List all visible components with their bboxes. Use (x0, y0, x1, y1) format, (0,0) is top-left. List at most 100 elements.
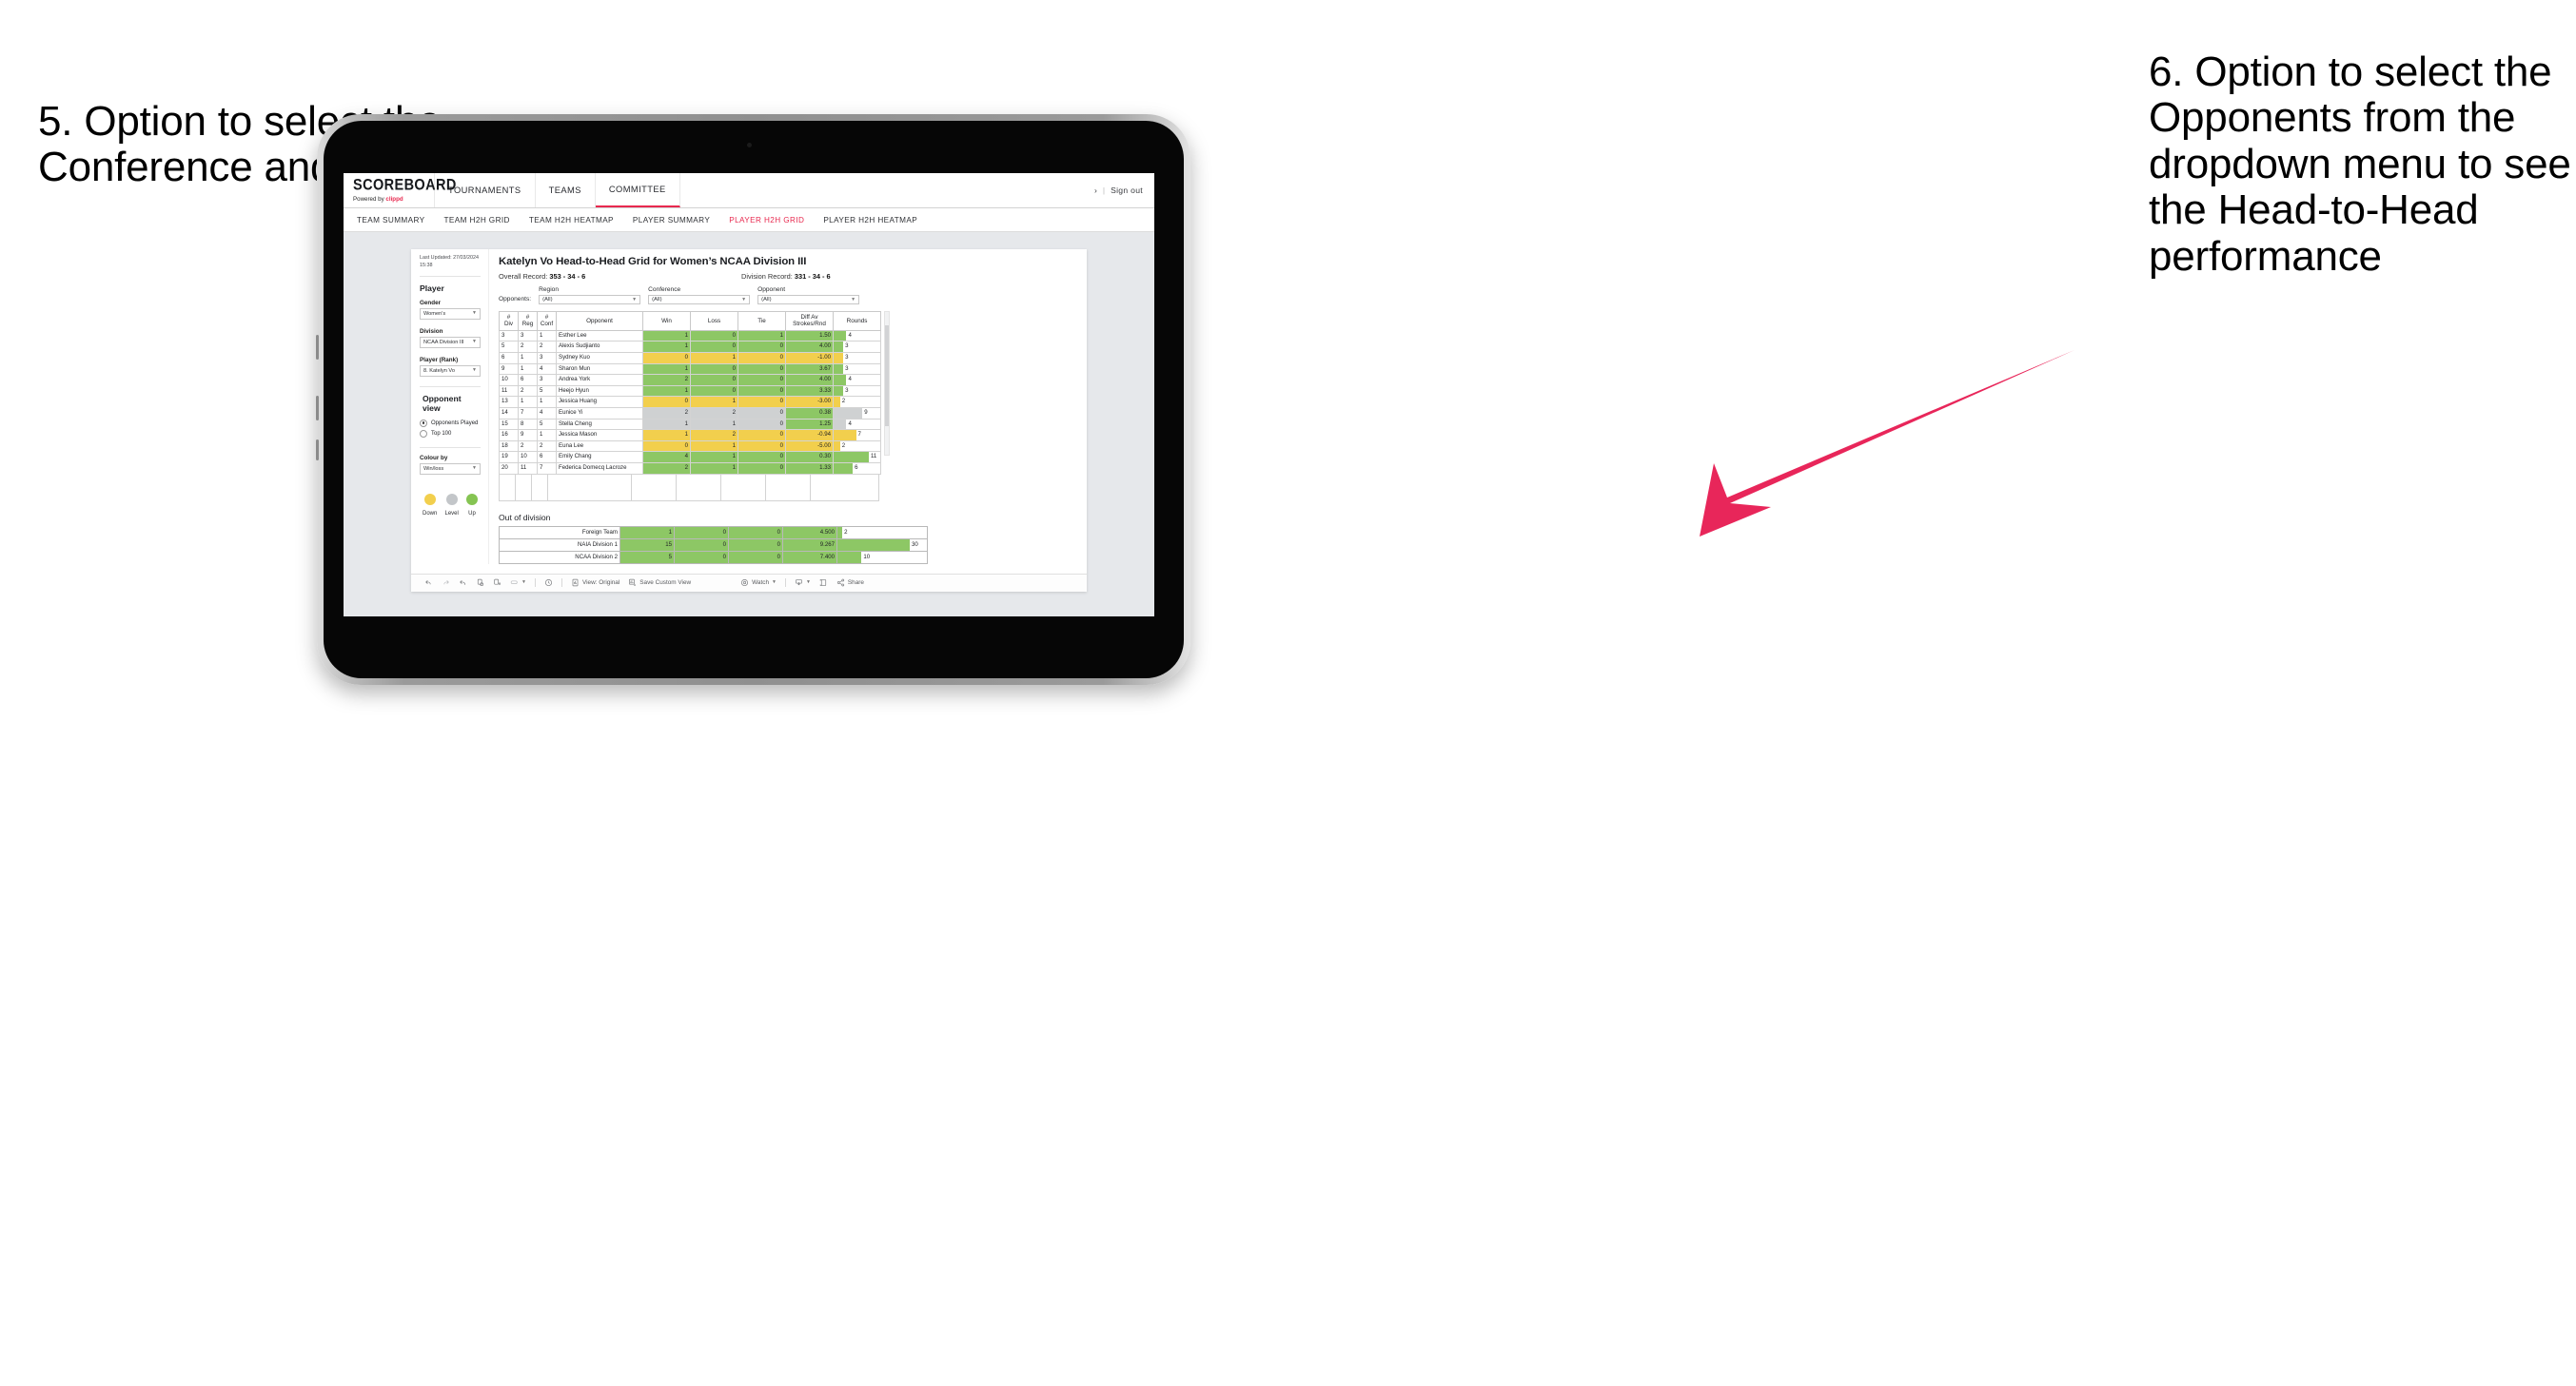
table-row[interactable]: 19 10 6 Emily Chang 4 1 0 0.30 11 (499, 451, 881, 463)
volume-button-up[interactable] (316, 335, 319, 360)
toolbar-fullscreen-button[interactable] (819, 578, 828, 587)
ood-tie: 0 (728, 537, 783, 552)
sign-out-link[interactable]: Sign out (1111, 185, 1143, 195)
toolbar-highlight-button[interactable]: ▼ (510, 578, 526, 587)
out-of-division-row[interactable]: NAIA Division 1 15 0 0 9.267 30 (499, 537, 928, 552)
toolbar-history-button[interactable] (544, 578, 553, 587)
legend-label-up: Up (468, 510, 476, 517)
nav-committee[interactable]: COMMITTEE (595, 173, 680, 207)
ood-tie: 0 (728, 525, 783, 539)
toolbar-share-button[interactable]: Share (836, 578, 864, 587)
table-row[interactable]: 20 11 7 Federica Domecq Lacroze 2 1 0 1.33 6 (499, 461, 881, 475)
col-loss: Loss (690, 311, 738, 331)
table-row[interactable]: 6 1 3 Sydney Kuo 0 1 0 -1.00 3 (499, 352, 881, 364)
cell-tie: 0 (737, 384, 786, 398)
toolbar-redo-button[interactable] (442, 578, 450, 587)
radio-opponents-played[interactable]: Opponents Played (420, 419, 481, 427)
rounds-bar (834, 408, 863, 419)
cell-tie: 0 (737, 461, 786, 475)
label-player-rank: Player (Rank) (420, 356, 459, 363)
ood-label: NAIA Division 1 (499, 537, 620, 552)
subnav-team-summary[interactable]: TEAM SUMMARY (357, 216, 425, 224)
col-conf-l2: Conf (540, 321, 554, 328)
division-record-value: 331 - 34 - 6 (794, 272, 831, 281)
cell-rounds: 6 (833, 461, 881, 475)
cell-conf: 3 (537, 352, 557, 364)
table-row[interactable]: 3 3 1 Esther Lee 1 0 1 1.50 4 (499, 329, 881, 342)
cell-rounds: 4 (833, 329, 881, 342)
cell-rounds: 3 (833, 352, 881, 364)
filter-opponent-label: Opponent (757, 286, 786, 293)
toolbar-revert-button[interactable] (459, 578, 467, 587)
front-camera (747, 143, 752, 147)
rounds-bar (837, 539, 910, 551)
nav-teams[interactable]: TEAMS (536, 173, 596, 207)
table-row[interactable]: 13 1 1 Jessica Huang 0 1 0 -3.00 2 (499, 396, 881, 408)
cell-loss: 0 (690, 329, 738, 342)
legend-dot-level (445, 493, 458, 505)
table-row[interactable]: 14 7 4 Eunice Yi 2 2 0 0.38 9 (499, 407, 881, 420)
toolbar-refresh-data-button[interactable] (476, 578, 484, 587)
cell-win: 0 (642, 352, 691, 364)
subnav-team-h2h-grid[interactable]: TEAM H2H GRID (444, 216, 510, 224)
subnav-player-h2h-heatmap[interactable]: PLAYER H2H HEATMAP (823, 216, 917, 224)
select-gender[interactable]: Women’s ▼ (420, 307, 481, 320)
cell-diff: -3.00 (785, 396, 834, 408)
toolbar-view-original-button[interactable]: View: Original (571, 578, 619, 587)
cell-diff: -0.94 (785, 429, 834, 441)
grid-scrollbar-thumb[interactable] (885, 325, 889, 426)
table-row[interactable]: 10 6 3 Andrea York 2 0 0 4.00 4 (499, 374, 881, 386)
table-row[interactable]: 15 8 5 Stella Cheng 1 1 0 1.25 4 (499, 418, 881, 431)
logo-wordmark: SCOREBOARD (353, 177, 457, 194)
toolbar-download-button[interactable]: ▼ (795, 578, 811, 587)
power-button[interactable] (316, 439, 319, 460)
select-division[interactable]: NCAA Division III ▼ (420, 336, 481, 348)
cell-opponent: Federica Domecq Lacroze (556, 461, 643, 475)
toolbar-undo-button[interactable] (424, 578, 433, 587)
col-opponent: Opponent (556, 311, 643, 331)
cell-opponent: Esther Lee (556, 329, 643, 342)
select-opponent[interactable]: (All) ▼ (757, 295, 860, 304)
rounds-value: 6 (855, 463, 858, 471)
cell-diff: 1.25 (785, 418, 834, 431)
division-record: Division Record: 331 - 34 - 6 (741, 272, 831, 281)
grid-vertical-scrollbar[interactable] (884, 311, 890, 456)
cell-reg: 11 (518, 461, 538, 475)
cell-win: 2 (642, 461, 691, 475)
toolbar-watch-button[interactable]: Watch ▼ (740, 578, 777, 587)
radio-top-100[interactable]: Top 100 (420, 429, 481, 438)
app-logo[interactable]: SCOREBOARD Powered by clippd (344, 173, 457, 207)
toolbar-pause-updates-button[interactable] (493, 578, 501, 587)
user-chevron-icon[interactable]: › (1094, 185, 1097, 195)
ood-loss: 0 (674, 525, 729, 539)
subnav-player-h2h-grid[interactable]: PLAYER H2H GRID (729, 216, 804, 224)
subnav-team-h2h-heatmap[interactable]: TEAM H2H HEATMAP (529, 216, 614, 224)
select-player-rank[interactable]: 8. Katelyn Vo ▼ (420, 364, 481, 377)
out-of-division-row[interactable]: Foreign Team 1 0 0 4.500 2 (499, 525, 928, 539)
out-of-division-row[interactable]: NCAA Division 2 5 0 0 7.400 10 (499, 550, 928, 564)
table-row[interactable]: 11 2 5 Heejo Hyun 1 0 0 3.33 3 (499, 384, 881, 398)
table-row[interactable]: 18 2 2 Euna Lee 0 1 0 -5.00 2 (499, 439, 881, 453)
table-row[interactable]: 5 2 2 Alexis Sudjianto 1 0 0 4.00 3 (499, 341, 881, 354)
select-conference[interactable]: (All) ▼ (648, 295, 751, 304)
visualization-body: Last Updated: 27/03/2024 15:38 Player Ge… (411, 249, 1087, 564)
select-region-value: (All) (542, 297, 553, 303)
volume-button-down[interactable] (316, 396, 319, 420)
toolbar-save-custom-view-label: Save Custom View (639, 579, 692, 587)
toolbar-save-custom-view-button[interactable]: Save Custom View (628, 578, 691, 587)
select-colour-by[interactable]: Win/loss ▼ (420, 462, 481, 475)
cell-tie: 0 (737, 429, 786, 441)
select-region[interactable]: (All) ▼ (539, 295, 641, 304)
cell-opponent: Alexis Sudjianto (556, 341, 643, 354)
subnav-player-summary[interactable]: PLAYER SUMMARY (633, 216, 710, 224)
legend-dot-down (423, 493, 436, 505)
ood-diff: 9.267 (782, 537, 837, 552)
table-row[interactable]: 9 1 4 Sharon Mun 1 0 0 3.67 3 (499, 362, 881, 376)
cell-win: 1 (642, 341, 691, 354)
cell-conf: 1 (537, 396, 557, 408)
legend-up: Up (466, 493, 478, 517)
cell-loss: 0 (690, 362, 738, 376)
cell-win: 1 (642, 429, 691, 441)
toolbar-divider-2 (560, 578, 562, 588)
table-row[interactable]: 16 9 1 Jessica Mason 1 2 0 -0.94 7 (499, 429, 881, 441)
